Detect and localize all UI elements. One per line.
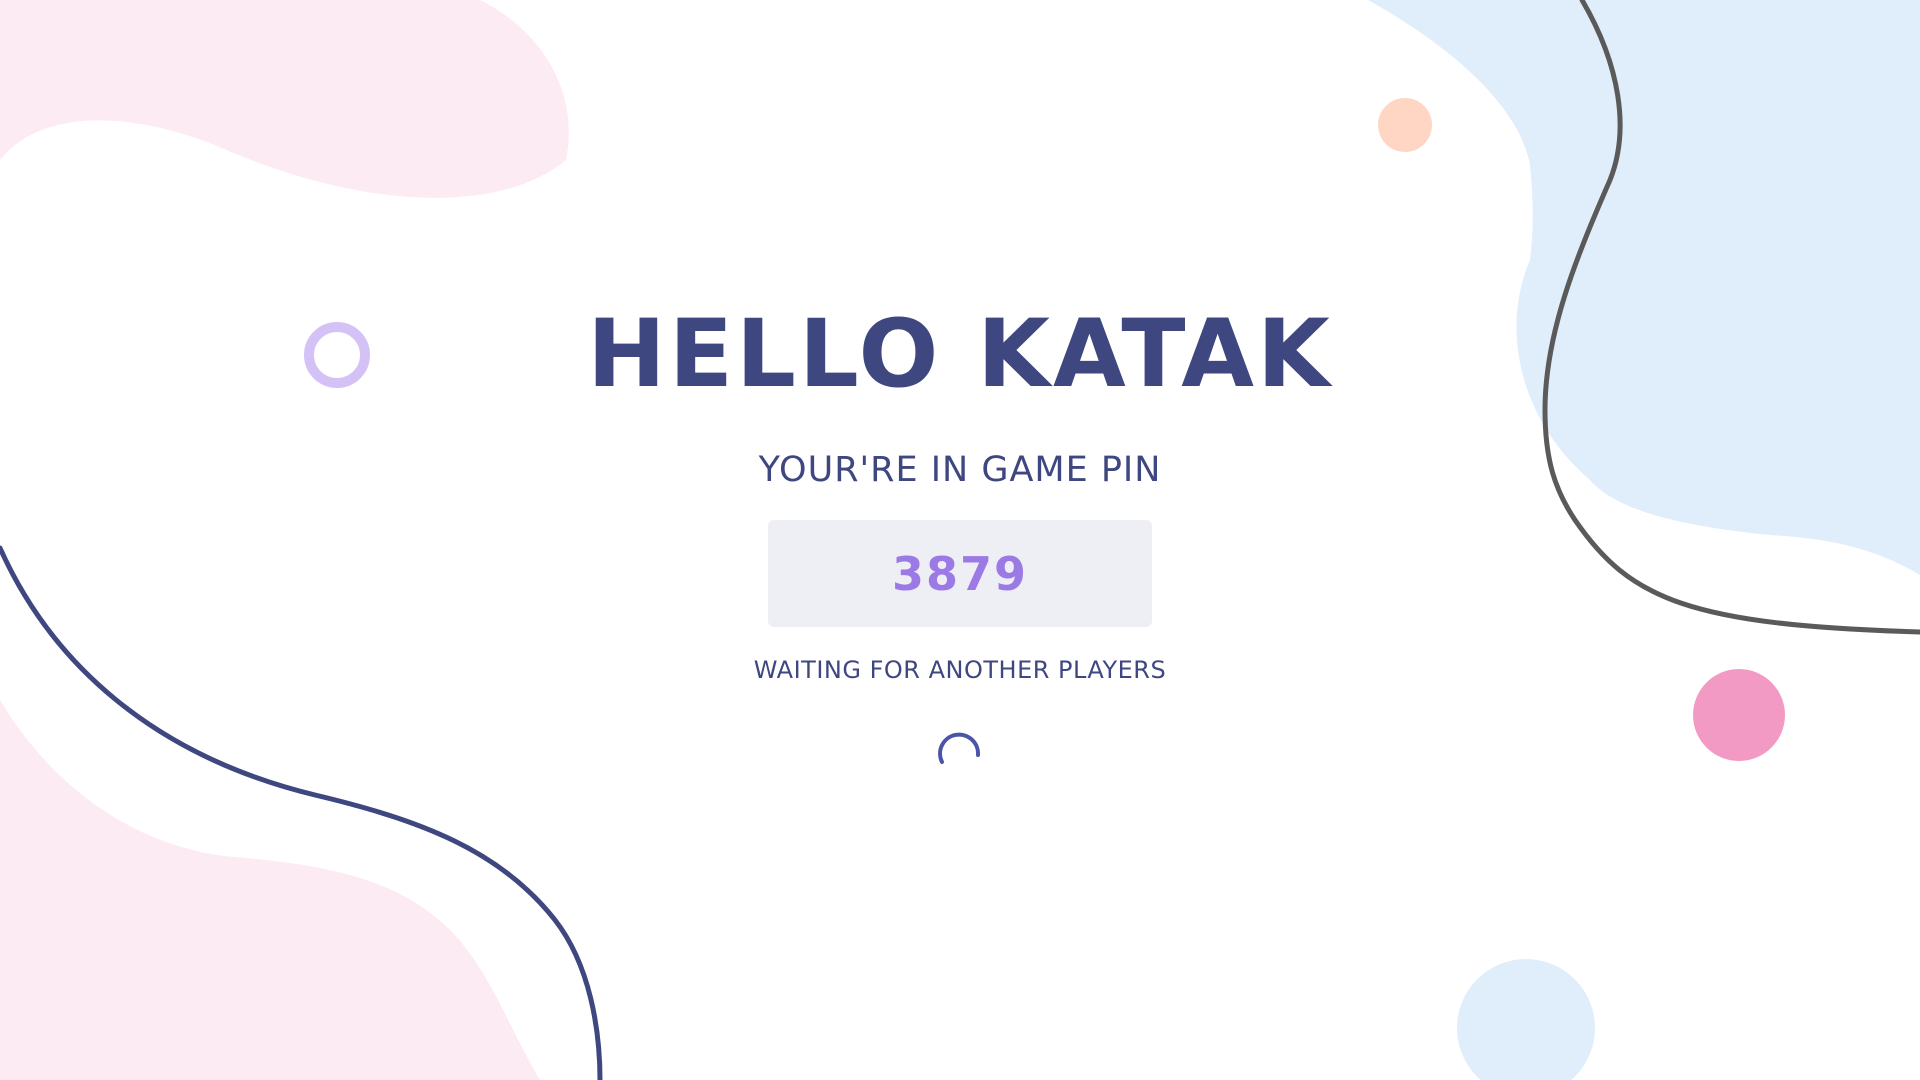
game-pin-label: YOUR'RE IN GAME PIN <box>758 450 1162 490</box>
game-lobby-screen: HELLO KATAK YOUR'RE IN GAME PIN 3879 WAI… <box>0 0 1920 1080</box>
game-pin-box: 3879 <box>768 520 1152 627</box>
lobby-content: HELLO KATAK YOUR'RE IN GAME PIN 3879 WAI… <box>0 0 1920 1080</box>
loading-spinner-icon <box>938 732 981 764</box>
game-pin-value: 3879 <box>891 546 1029 601</box>
greeting-title: HELLO KATAK <box>587 300 1333 409</box>
waiting-status-text: WAITING FOR ANOTHER PLAYERS <box>753 656 1167 684</box>
